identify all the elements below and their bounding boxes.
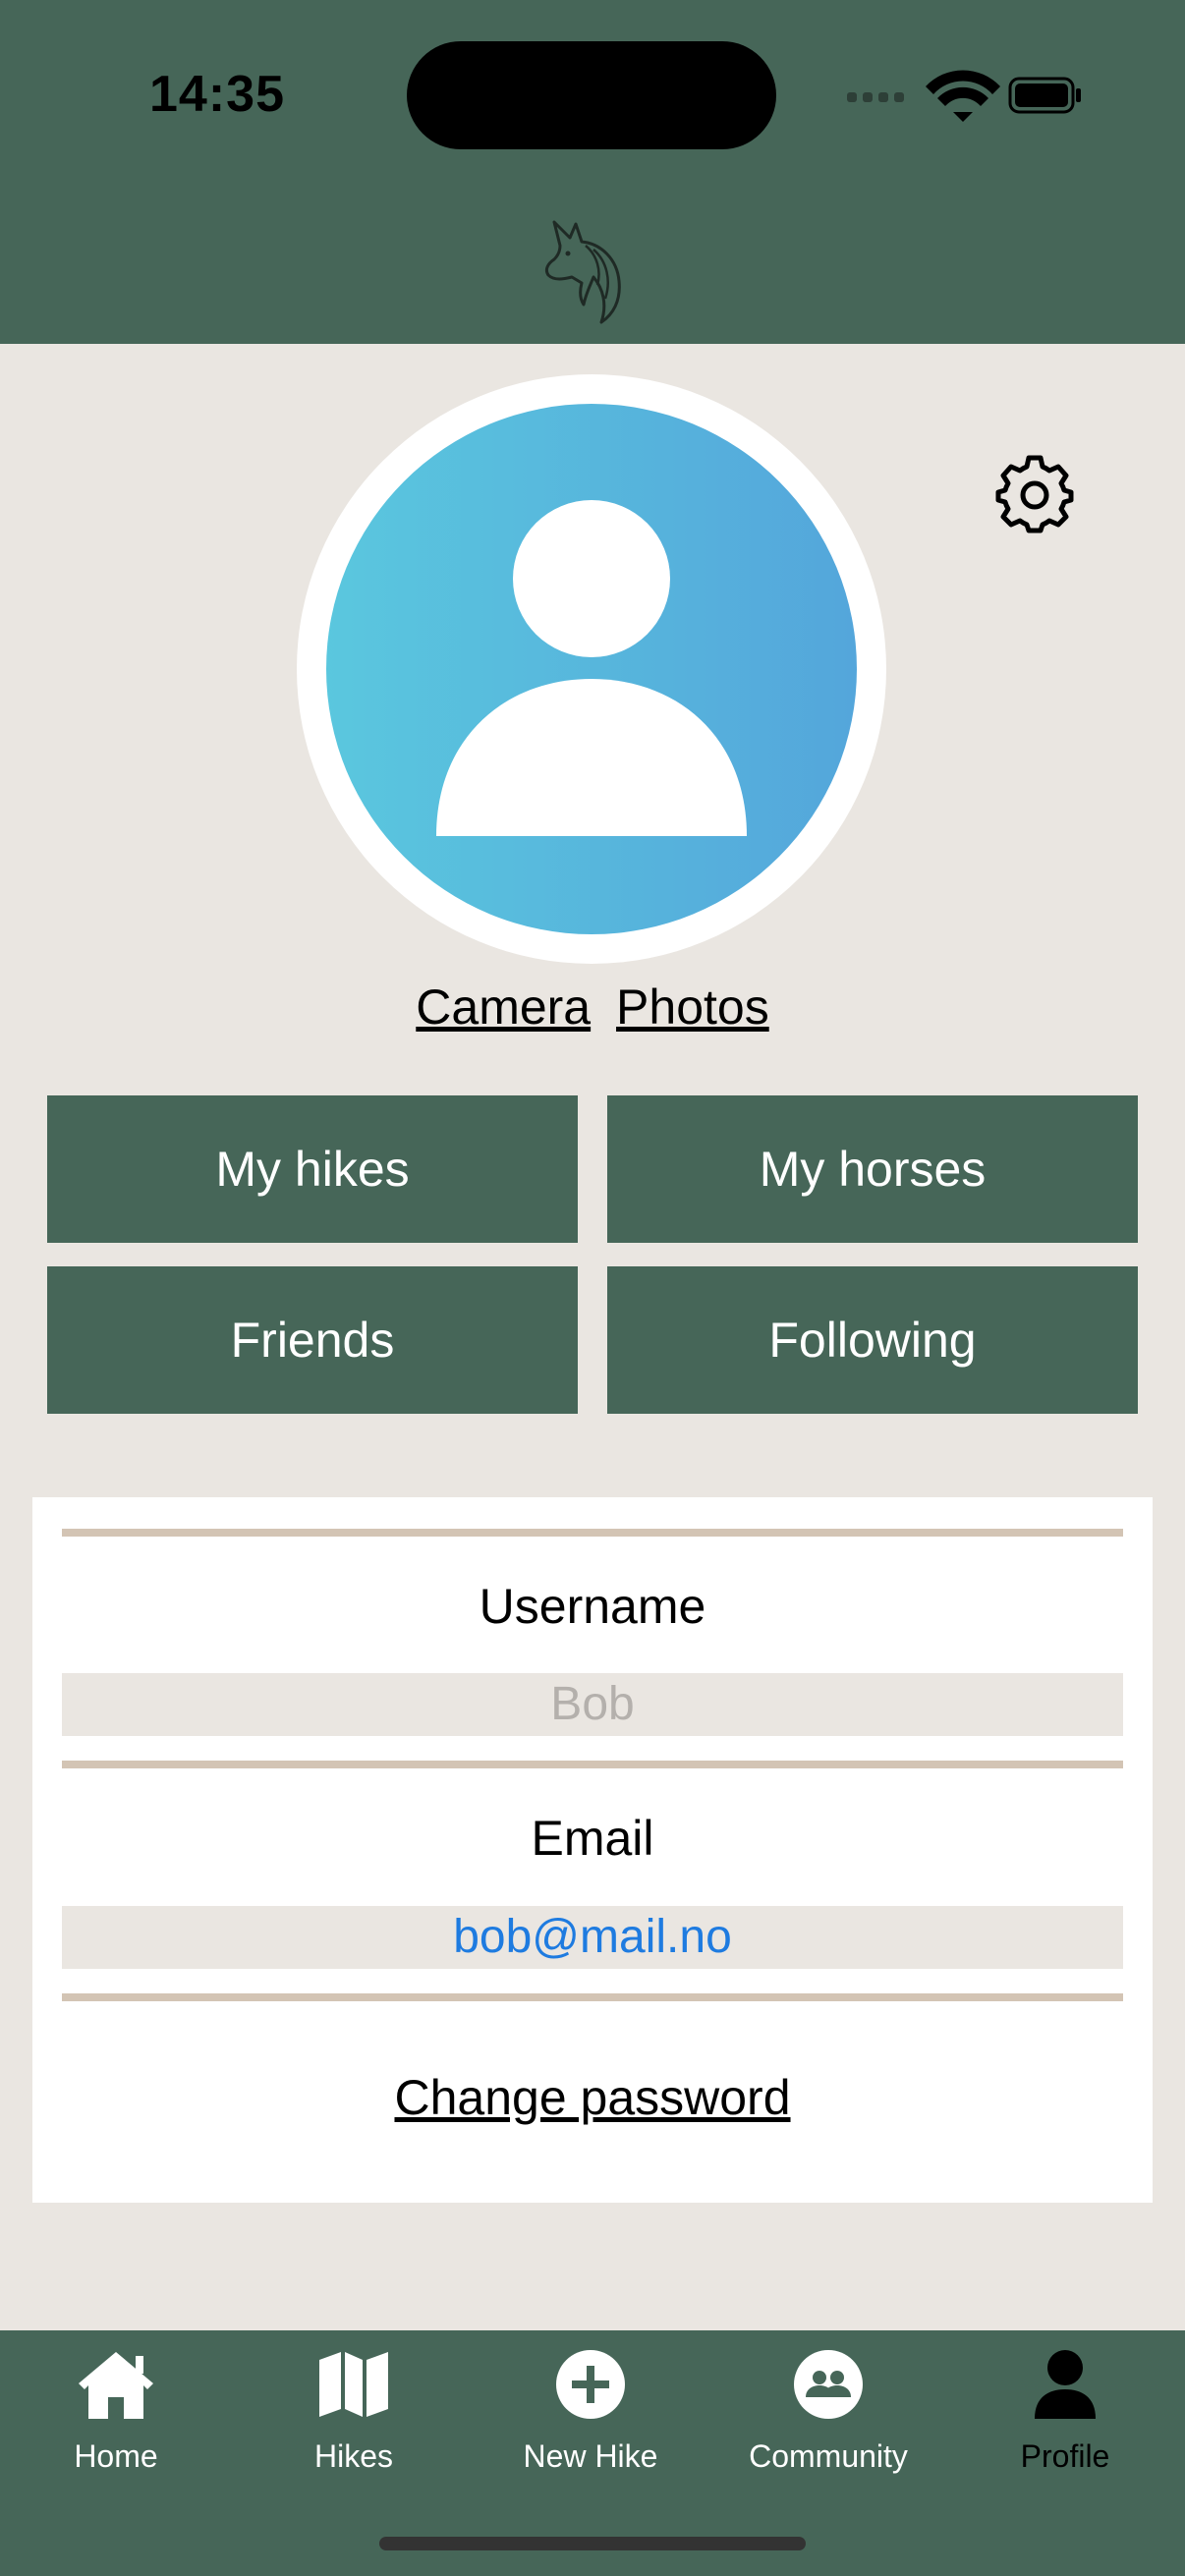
divider xyxy=(62,1761,1123,1768)
following-button[interactable]: Following xyxy=(607,1266,1138,1414)
home-indicator xyxy=(379,2537,806,2550)
community-icon xyxy=(794,2350,863,2419)
username-label: Username xyxy=(479,1579,706,1634)
photo-source-links: Camera Photos xyxy=(0,979,1185,1036)
camera-link[interactable]: Camera xyxy=(416,980,591,1035)
my-horses-button[interactable]: My horses xyxy=(607,1095,1138,1243)
settings-gear-icon[interactable] xyxy=(994,454,1075,534)
plus-circle-icon xyxy=(556,2350,625,2419)
tab-label: New Hike xyxy=(523,2438,658,2474)
cellular-signal-icon xyxy=(847,92,904,102)
battery-icon xyxy=(1008,77,1081,114)
person-icon xyxy=(1035,2350,1096,2419)
tab-label: Hikes xyxy=(313,2438,393,2474)
wifi-icon xyxy=(926,70,1000,122)
dynamic-island xyxy=(407,41,776,149)
status-icons xyxy=(847,70,1081,122)
change-password-link[interactable]: Change password xyxy=(32,2069,1153,2126)
horse-logo-icon xyxy=(544,220,621,324)
my-hikes-button[interactable]: My hikes xyxy=(47,1095,578,1243)
account-card: Username Bob Email bob@mail.no Change pa… xyxy=(32,1497,1153,2203)
email-label: Email xyxy=(531,1811,654,1866)
tab-home[interactable]: Home xyxy=(0,2330,234,2497)
home-icon xyxy=(79,2352,153,2419)
tab-hikes[interactable]: Hikes xyxy=(236,2330,472,2497)
divider xyxy=(62,1993,1123,2001)
friends-button[interactable]: Friends xyxy=(47,1266,578,1414)
tab-label: Community xyxy=(749,2438,908,2474)
divider xyxy=(62,1529,1123,1537)
avatar[interactable] xyxy=(326,404,857,934)
tab-new-hike[interactable]: New Hike xyxy=(473,2330,708,2497)
tab-label: Profile xyxy=(1020,2438,1110,2474)
username-field[interactable]: Bob xyxy=(62,1673,1123,1736)
default-person-icon xyxy=(436,500,747,836)
tab-profile[interactable]: Profile xyxy=(947,2330,1183,2497)
app-header: 14:35 xyxy=(0,0,1185,344)
photos-link[interactable]: Photos xyxy=(616,980,769,1035)
email-field[interactable]: bob@mail.no xyxy=(62,1906,1123,1969)
tab-label: Home xyxy=(74,2438,158,2474)
tab-community[interactable]: Community xyxy=(710,2330,946,2497)
status-time: 14:35 xyxy=(149,66,285,123)
map-icon xyxy=(319,2352,388,2417)
